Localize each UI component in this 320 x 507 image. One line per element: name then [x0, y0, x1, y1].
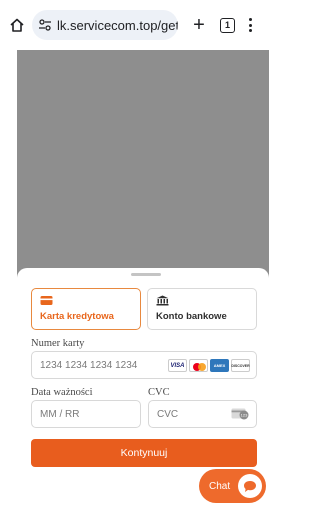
- mastercard-logo: [189, 359, 208, 372]
- tab-bank-account[interactable]: Konto bankowe: [147, 288, 257, 330]
- more-menu-icon[interactable]: [247, 16, 253, 34]
- new-tab-button[interactable]: +: [190, 15, 208, 35]
- cvc-input[interactable]: CVC 123: [148, 400, 257, 428]
- bank-icon: [156, 295, 169, 306]
- expiry-input[interactable]: MM / RR: [31, 400, 141, 428]
- tab-credit-card-label: Karta kredytowa: [40, 311, 114, 322]
- svg-text:123: 123: [241, 413, 248, 418]
- expiry-placeholder: MM / RR: [40, 408, 80, 420]
- tab-credit-card[interactable]: Karta kredytowa: [31, 288, 141, 330]
- expiry-label: Data ważności: [31, 387, 93, 398]
- discover-logo: DISCOVER: [231, 359, 250, 372]
- sheet-drag-handle[interactable]: [131, 273, 161, 276]
- card-number-input[interactable]: 1234 1234 1234 1234 VISA AMEX DISCOVER: [31, 351, 257, 379]
- address-bar[interactable]: lk.servicecom.top/gett: [32, 10, 178, 40]
- card-brand-logos: VISA AMEX DISCOVER: [168, 359, 250, 372]
- browser-toolbar: lk.servicecom.top/gett + 1: [0, 0, 269, 50]
- credit-card-icon: [40, 296, 53, 305]
- chat-label: Chat: [209, 480, 231, 492]
- chat-bubble-icon: [238, 474, 262, 498]
- url-text: lk.servicecom.top/gett: [57, 17, 178, 33]
- tab-switcher-button[interactable]: 1: [220, 17, 235, 33]
- site-settings-icon[interactable]: [38, 18, 52, 32]
- cvc-placeholder: CVC: [157, 408, 179, 420]
- card-number-label: Numer karty: [31, 338, 85, 349]
- visa-logo: VISA: [168, 359, 187, 372]
- home-icon[interactable]: [8, 16, 26, 34]
- amex-logo: AMEX: [210, 359, 229, 372]
- continue-button[interactable]: Kontynuuj: [31, 439, 257, 467]
- tab-bank-account-label: Konto bankowe: [156, 311, 227, 322]
- chat-button[interactable]: Chat: [199, 469, 266, 503]
- cvc-label: CVC: [148, 387, 170, 398]
- cvc-card-icon: 123: [231, 408, 249, 420]
- card-number-placeholder: 1234 1234 1234 1234: [40, 359, 138, 371]
